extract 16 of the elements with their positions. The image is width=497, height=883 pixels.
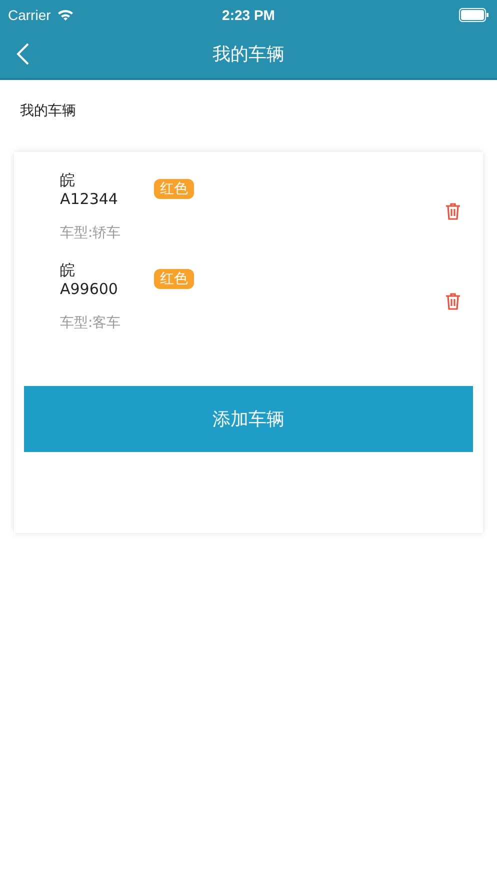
page-title: 我的车辆 [212, 43, 284, 66]
plate-number: 皖A99600 [60, 260, 119, 298]
color-tag: 红色 [154, 179, 194, 199]
vehicle-type: 车型:客车 [60, 314, 122, 332]
trash-icon[interactable] [445, 292, 461, 310]
vehicle-type: 车型:轿车 [60, 224, 122, 242]
trash-icon[interactable] [445, 202, 461, 220]
add-vehicle-button[interactable]: 添加车辆 [24, 386, 473, 452]
status-time: 2:23 PM [222, 7, 275, 23]
section-title: 我的车辆 [20, 103, 76, 119]
back-icon[interactable] [16, 43, 30, 65]
carrier-name: Carrier [8, 7, 51, 23]
color-tag: 红色 [154, 269, 194, 289]
plate-number: 皖A12344 [60, 170, 119, 208]
battery-icon [459, 8, 489, 22]
wifi-icon [56, 9, 74, 21]
